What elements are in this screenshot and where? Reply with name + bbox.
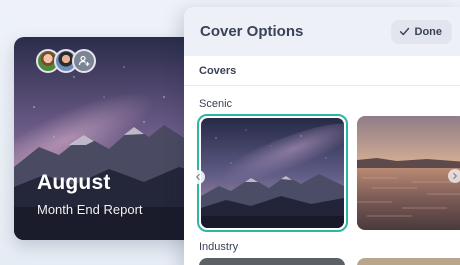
chevron-left-icon	[195, 173, 200, 181]
document-subtitle: Month End Report	[37, 202, 143, 217]
scroll-left-button[interactable]	[191, 170, 205, 184]
done-button[interactable]: Done	[390, 19, 452, 44]
cover-options-panel: Cover Options Done Covers Scenic Industr…	[184, 7, 460, 265]
panel-title: Cover Options	[200, 23, 304, 40]
lake-image	[357, 116, 460, 230]
chevron-right-icon	[453, 172, 458, 180]
check-icon	[399, 27, 409, 36]
scroll-right-button[interactable]	[448, 169, 460, 183]
section-label-scenic: Scenic	[199, 98, 233, 110]
cover-thumbnail-industry[interactable]	[357, 258, 460, 265]
collaborator-avatars	[36, 49, 96, 73]
tab-bar: Covers	[184, 56, 460, 86]
section-label-industry: Industry	[199, 241, 239, 253]
cover-thumbnail-lake[interactable]	[357, 116, 460, 230]
mountains-image	[201, 118, 344, 228]
add-collaborator-button[interactable]	[72, 49, 96, 73]
tab-covers[interactable]: Covers	[199, 65, 236, 77]
panel-header: Cover Options Done	[184, 7, 460, 56]
cover-thumbnail-mountains[interactable]	[197, 114, 348, 232]
add-user-icon	[78, 55, 90, 66]
cover-thumbnail-industry[interactable]	[199, 258, 345, 265]
done-button-label: Done	[414, 25, 443, 38]
document-title: August	[37, 171, 111, 194]
